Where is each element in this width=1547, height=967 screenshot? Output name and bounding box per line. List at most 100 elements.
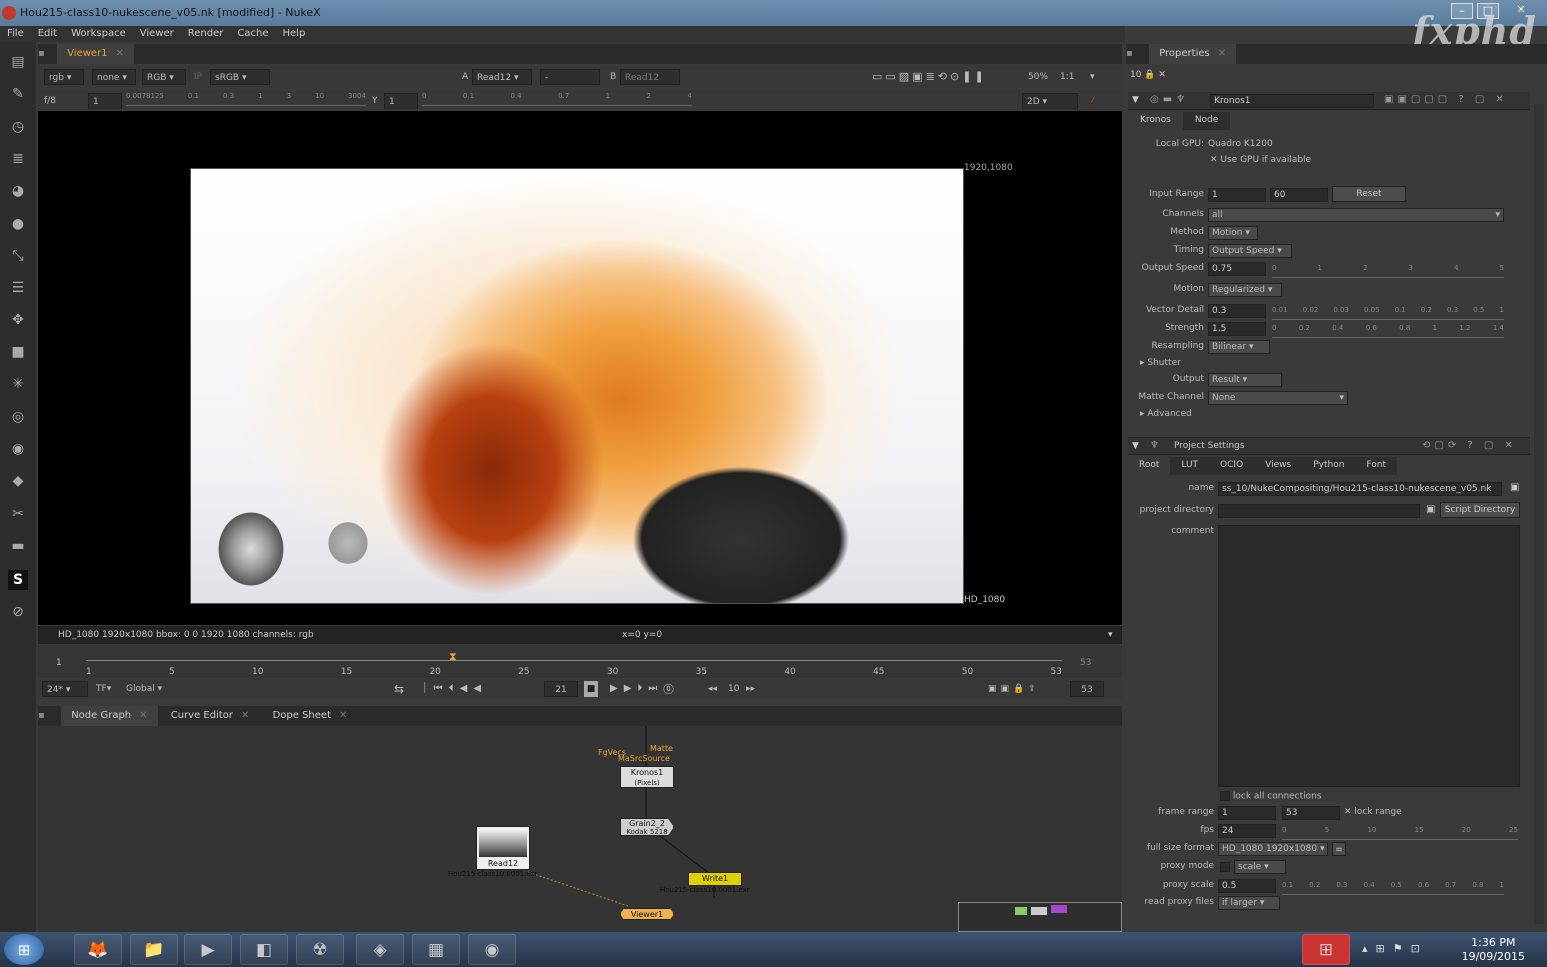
- output-speed-field[interactable]: 0.75: [1208, 262, 1266, 276]
- max-panels-field[interactable]: 10 🔒 ✕: [1130, 70, 1166, 80]
- keyer-nodes-icon[interactable]: ⤡: [8, 246, 28, 266]
- node-header-icons[interactable]: ◎▬♆: [1150, 94, 1189, 105]
- frame-range-start[interactable]: 1: [1218, 806, 1276, 820]
- proxy-scale-field[interactable]: 0.5: [1218, 879, 1276, 893]
- pane-menu-icon[interactable]: ▪: [38, 706, 58, 726]
- system-tray-icons[interactable]: ▴⊞⚑⊡: [1362, 942, 1428, 955]
- close-icon[interactable]: ✕: [139, 710, 147, 721]
- b-input-dropdown[interactable]: Read12: [620, 69, 680, 85]
- color-nodes-icon[interactable]: ◕: [8, 181, 28, 201]
- menu-file[interactable]: File: [0, 26, 31, 42]
- fstop-value[interactable]: f/8: [44, 93, 56, 109]
- read12-node[interactable]: Read12: [476, 826, 530, 870]
- info-dropdown-icon[interactable]: ▾: [1108, 626, 1113, 644]
- frame-range-end[interactable]: 53: [1282, 806, 1340, 820]
- gamma-slider[interactable]: 0 0.1 0.4 0.7 1 2 4: [422, 92, 692, 106]
- tab-viewer1[interactable]: Viewer1 ✕: [57, 44, 134, 64]
- close-icon[interactable]: ✕: [116, 48, 124, 59]
- viewer1-node[interactable]: Viewer1: [620, 908, 674, 920]
- media-player-icon[interactable]: ▶: [184, 934, 232, 965]
- timeline-track[interactable]: [86, 660, 1062, 661]
- time-nodes-icon[interactable]: ◷: [8, 117, 28, 137]
- particles-nodes-icon[interactable]: ✳: [8, 374, 28, 394]
- shutter-group-toggle[interactable]: ▸ Shutter: [1140, 358, 1181, 368]
- paint-icon[interactable]: ⁄: [1092, 93, 1094, 109]
- proxy-scale-slider[interactable]: 0.1 0.2 0.3 0.4 0.5 0.6 0.7 0.8 1: [1282, 881, 1504, 895]
- tab-font[interactable]: Font: [1355, 457, 1398, 475]
- menu-cache[interactable]: Cache: [230, 26, 275, 42]
- s-nodes-icon[interactable]: S: [8, 570, 28, 590]
- tab-node-graph[interactable]: Node Graph ✕: [61, 706, 158, 726]
- directory-browser-icon[interactable]: ▣: [1426, 504, 1435, 515]
- current-frame-field[interactable]: 21: [544, 681, 578, 697]
- pane-menu-icon[interactable]: ▪: [38, 44, 54, 64]
- gain-field[interactable]: 1: [88, 93, 122, 109]
- strength-field[interactable]: 1.5: [1208, 322, 1266, 336]
- reset-button[interactable]: Reset: [1332, 186, 1406, 202]
- proxy-mode-dropdown[interactable]: scale ▾: [1234, 860, 1286, 874]
- deep-nodes-icon[interactable]: ◎: [8, 407, 28, 427]
- output-speed-slider[interactable]: 012345: [1272, 264, 1504, 278]
- lock-range-checkbox[interactable]: ✕ lock range: [1344, 807, 1402, 817]
- compare-dropdown[interactable]: -: [540, 69, 600, 85]
- channel-dropdown[interactable]: rgb ▾: [44, 69, 84, 85]
- 3d-nodes-icon[interactable]: ■: [8, 342, 28, 362]
- matte-channel-dropdown[interactable]: None ▾: [1208, 391, 1348, 405]
- step-forward-icon[interactable]: ▸▸: [746, 681, 755, 697]
- tab-curve-editor[interactable]: Curve Editor ✕: [161, 706, 260, 726]
- views-nodes-icon[interactable]: ◉: [8, 439, 28, 459]
- channel-nodes-icon[interactable]: ≣: [8, 149, 28, 169]
- output-dropdown[interactable]: Result ▾: [1208, 373, 1282, 387]
- close-icon[interactable]: ✕: [1218, 48, 1226, 59]
- comment-textarea[interactable]: [1218, 525, 1520, 787]
- zoom-dropdown-icon[interactable]: ▾: [1090, 69, 1095, 85]
- lock-icon[interactable]: 🔒: [1144, 70, 1155, 80]
- image-nodes-icon[interactable]: ▤: [8, 52, 28, 72]
- pane-menu-icon[interactable]: ▪: [1126, 44, 1146, 64]
- tab-lut[interactable]: LUT: [1170, 457, 1210, 475]
- vector-detail-slider[interactable]: 0.01 0.02 0.03 0.05 0.1 0.2 0.3 0.5 1: [1272, 306, 1504, 320]
- frame-step-field[interactable]: 10: [728, 681, 739, 697]
- display-channels-dropdown[interactable]: RGB ▾: [142, 69, 186, 85]
- flipbook-icons[interactable]: ▣▣🔒⇪: [988, 681, 1040, 697]
- viewer-lut-dropdown[interactable]: sRGB ▾: [210, 69, 270, 85]
- tab-views[interactable]: Views: [1254, 457, 1303, 475]
- proxy-mode-checkbox[interactable]: [1220, 862, 1230, 872]
- collapse-icon[interactable]: ▼: [1132, 95, 1139, 105]
- step-back-icon[interactable]: ◂◂: [708, 681, 717, 697]
- file-browser-icon[interactable]: ▣: [1510, 482, 1519, 493]
- kronos1-node[interactable]: Kronos1 (Pixels): [620, 766, 674, 788]
- node-header-buttons[interactable]: ▣▣▢▢▢ ? ▢ ✕: [1384, 94, 1508, 105]
- timeline-range-dropdown[interactable]: Global ▾: [126, 681, 162, 697]
- start-button[interactable]: ⊞: [4, 934, 44, 965]
- timing-dropdown[interactable]: Output Speed ▾: [1208, 244, 1292, 258]
- tab-ocio[interactable]: OCIO: [1209, 457, 1255, 475]
- viewer-tool-icons[interactable]: ▭▭▨▣≣⟲⊙❚❚: [872, 69, 987, 85]
- transport-back-buttons[interactable]: ⏐⏮⏴◀◀: [422, 681, 487, 697]
- project-header-buttons[interactable]: ⟲▢⟳ ? ▢ ✕: [1422, 440, 1517, 451]
- transform-nodes-icon[interactable]: ✥: [8, 310, 28, 330]
- gamma-field[interactable]: 1: [384, 93, 418, 109]
- timeline[interactable]: 1 1 5 10 15 20 25 30 35 40 45 50 53 ⧗ 53: [38, 646, 1122, 678]
- input-range-start[interactable]: 1: [1208, 188, 1266, 202]
- draw-nodes-icon[interactable]: ✎: [8, 84, 28, 104]
- close-icon[interactable]: ✕: [339, 710, 347, 721]
- metadata-nodes-icon[interactable]: ◆: [8, 471, 28, 491]
- menu-edit[interactable]: Edit: [31, 26, 64, 42]
- stop-button[interactable]: ■: [584, 681, 598, 697]
- proxy-ratio[interactable]: 1:1: [1060, 69, 1074, 85]
- menu-help[interactable]: Help: [276, 26, 313, 42]
- merge-nodes-icon[interactable]: ☰: [8, 278, 28, 298]
- script-name-field[interactable]: ss_10/NukeCompositing/Hou215-class10-nuk…: [1218, 482, 1502, 496]
- playhead-marker[interactable]: ⧗: [449, 650, 457, 664]
- project-directory-field[interactable]: [1218, 504, 1420, 518]
- tray-app-icon[interactable]: ⊞: [1302, 934, 1350, 965]
- resampling-dropdown[interactable]: Bilinear ▾: [1208, 340, 1270, 354]
- input-process-toggle[interactable]: IP: [194, 69, 202, 85]
- advanced-group-toggle[interactable]: ▸ Advanced: [1140, 409, 1192, 419]
- format-edit-button[interactable]: =: [1332, 842, 1346, 856]
- furnace-nodes-icon[interactable]: ⊘: [8, 602, 28, 622]
- a-input-dropdown[interactable]: Read12 ▾: [472, 69, 532, 85]
- clear-panels-icon[interactable]: ✕: [1158, 70, 1166, 80]
- menu-render[interactable]: Render: [181, 26, 231, 42]
